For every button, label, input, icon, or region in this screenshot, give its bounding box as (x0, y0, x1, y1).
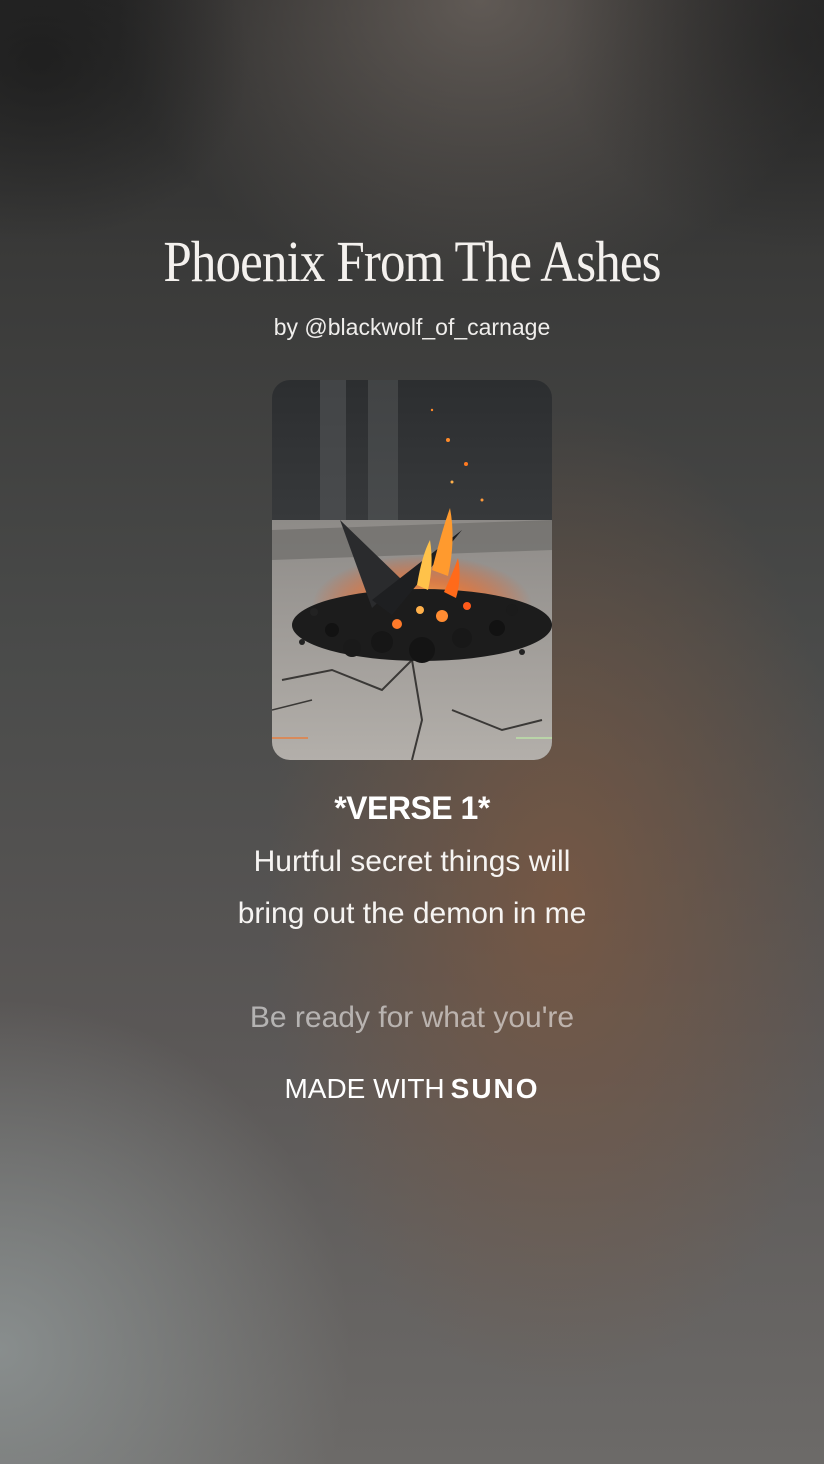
cover-art (272, 380, 552, 760)
made-with-suno-badge[interactable]: MADE WITH SUNO (0, 1073, 824, 1105)
lyric-line-current-2: bring out the demon in me (237, 897, 587, 930)
lyric-line-current-1: Hurtful secret things will (253, 845, 571, 878)
suno-wordmark: SUNO (450, 1073, 540, 1104)
made-with-label: MADE WITH (284, 1073, 445, 1104)
campfire-ember-icon (272, 380, 552, 760)
lyrics-section-label: *VERSE 1* (334, 790, 490, 826)
artist-link[interactable]: by @blackwolf_of_carnage (0, 314, 824, 341)
lyric-line-next: Be ready for what you're (249, 1001, 575, 1034)
song-title: Phoenix From The Ashes (163, 229, 661, 294)
